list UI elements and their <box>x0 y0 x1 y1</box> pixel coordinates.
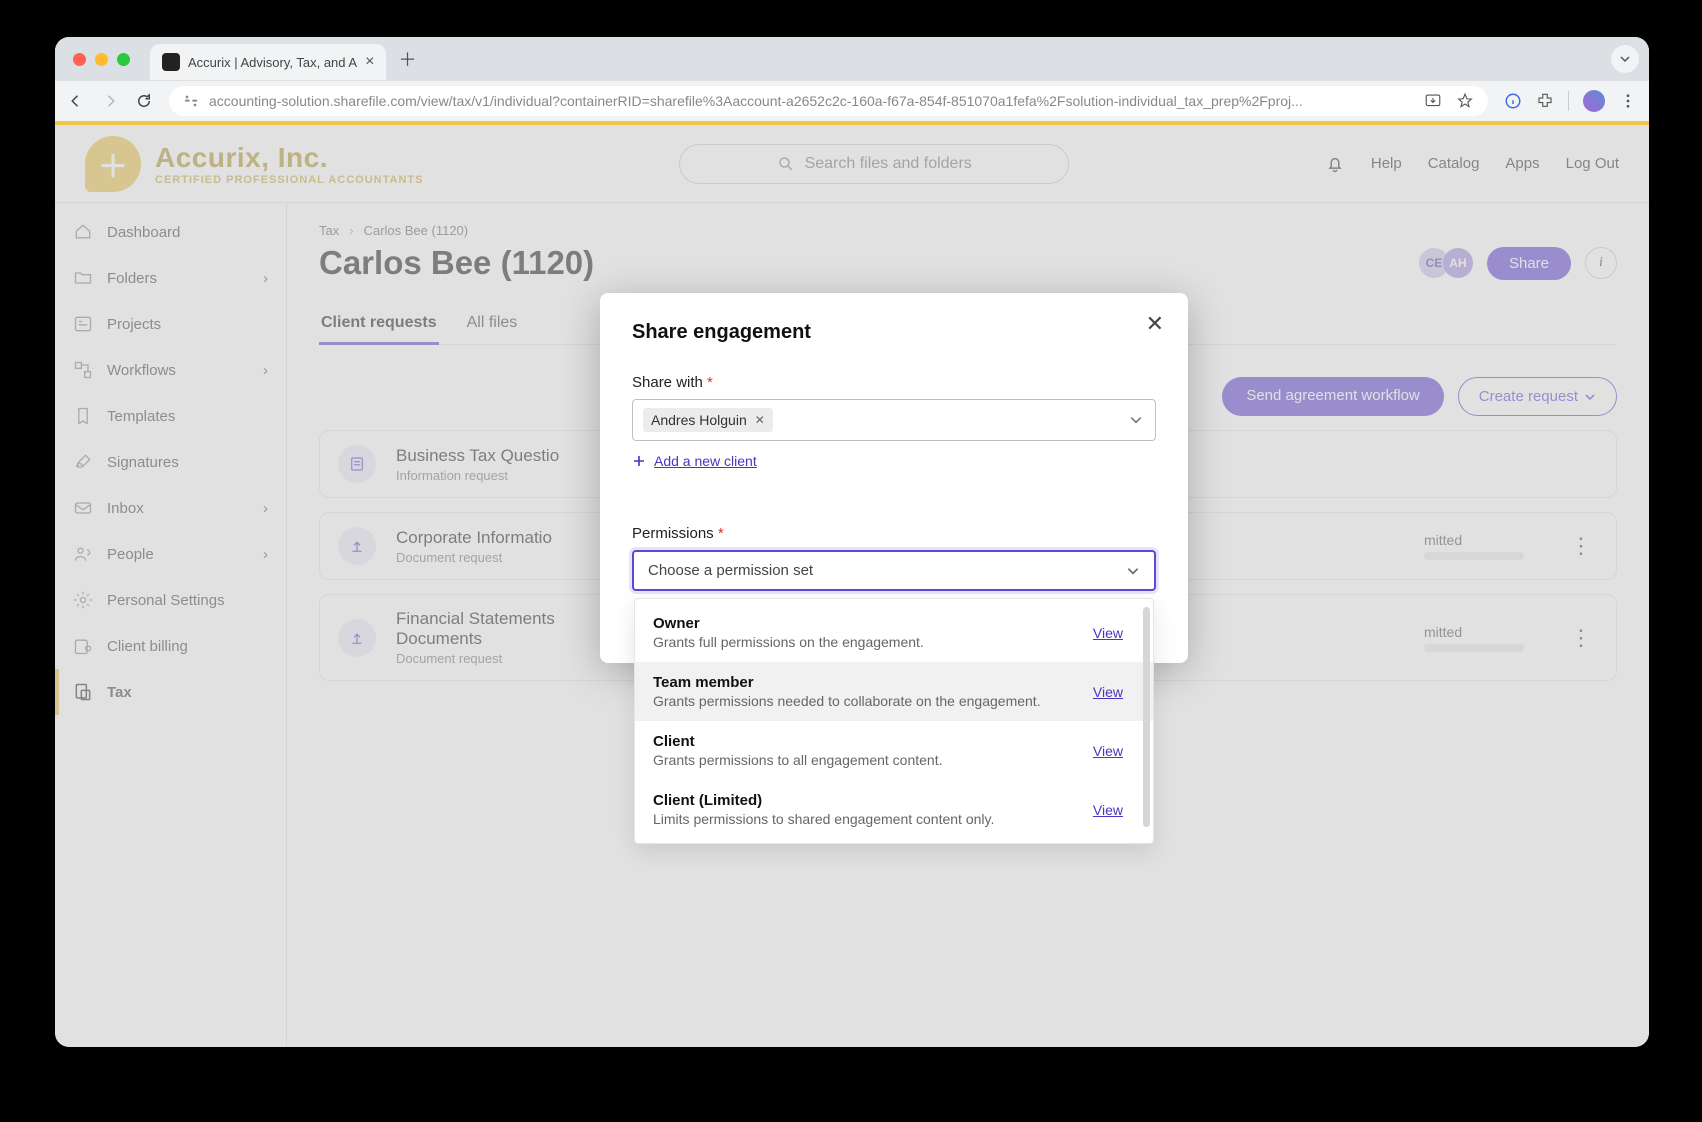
window-controls <box>73 53 130 66</box>
permission-option-client-limited[interactable]: Client (Limited) Limits permissions to s… <box>635 780 1153 839</box>
chevron-down-icon[interactable] <box>1129 413 1143 427</box>
url-text: accounting-solution.sharefile.com/view/t… <box>209 93 1303 109</box>
permissions-placeholder: Choose a permission set <box>648 562 813 579</box>
dialog-title: Share engagement <box>632 321 1156 344</box>
tab-title: Accurix | Advisory, Tax, and A <box>188 55 357 70</box>
permission-option-client[interactable]: Client Grants permissions to all engagem… <box>635 721 1153 780</box>
browser-window: Accurix | Advisory, Tax, and A × ＋ accou… <box>55 37 1649 1047</box>
tab-favicon <box>162 53 180 71</box>
chevron-down-icon <box>1126 564 1140 578</box>
view-permission-link[interactable]: View <box>1093 684 1123 700</box>
site-settings-icon <box>183 93 199 109</box>
permissions-select[interactable]: Choose a permission set Owner Grants ful… <box>632 550 1156 591</box>
back-button[interactable] <box>67 92 85 110</box>
permissions-dropdown: Owner Grants full permissions on the eng… <box>634 598 1154 844</box>
info-circle-icon[interactable] <box>1504 92 1522 110</box>
plus-icon <box>632 454 646 468</box>
add-new-client-link[interactable]: Add a new client <box>632 453 1156 469</box>
recipient-chip[interactable]: Andres Holguin ✕ <box>643 408 773 432</box>
permission-option-owner[interactable]: Owner Grants full permissions on the eng… <box>635 603 1153 662</box>
profile-avatar[interactable] <box>1583 90 1605 112</box>
share-with-label: Share with * <box>632 374 1156 391</box>
permissions-label: Permissions * <box>632 525 1156 542</box>
option-name: Owner <box>653 615 1075 632</box>
share-engagement-dialog: ✕ Share engagement Share with * Andres H… <box>600 293 1188 663</box>
close-window-button[interactable] <box>73 53 86 66</box>
url-field[interactable]: accounting-solution.sharefile.com/view/t… <box>169 86 1488 116</box>
option-desc: Limits permissions to shared engagement … <box>653 811 1075 827</box>
scrollbar[interactable] <box>1143 607 1150 827</box>
option-desc: Grants permissions needed to collaborate… <box>653 693 1075 709</box>
option-name: Team member <box>653 674 1075 691</box>
maximize-window-button[interactable] <box>117 53 130 66</box>
option-name: Client (Limited) <box>653 792 1075 809</box>
bookmark-star-icon[interactable] <box>1456 92 1474 110</box>
browser-tab[interactable]: Accurix | Advisory, Tax, and A × <box>150 44 386 80</box>
browser-tab-bar: Accurix | Advisory, Tax, and A × ＋ <box>55 37 1649 81</box>
chip-label: Andres Holguin <box>651 412 747 428</box>
close-tab-button[interactable]: × <box>365 53 374 71</box>
minimize-window-button[interactable] <box>95 53 108 66</box>
tab-overflow-button[interactable] <box>1611 45 1639 73</box>
reload-button[interactable] <box>135 92 153 110</box>
view-permission-link[interactable]: View <box>1093 625 1123 641</box>
browser-menu-button[interactable] <box>1619 92 1637 110</box>
browser-address-bar: accounting-solution.sharefile.com/view/t… <box>55 81 1649 121</box>
permission-option-team-member[interactable]: Team member Grants permissions needed to… <box>635 662 1153 721</box>
remove-chip-button[interactable]: ✕ <box>755 413 765 427</box>
close-dialog-button[interactable]: ✕ <box>1146 311 1164 337</box>
view-permission-link[interactable]: View <box>1093 743 1123 759</box>
new-tab-button[interactable]: ＋ <box>398 46 416 72</box>
view-permission-link[interactable]: View <box>1093 802 1123 818</box>
option-desc: Grants permissions to all engagement con… <box>653 752 1075 768</box>
option-name: Client <box>653 733 1075 750</box>
option-desc: Grants full permissions on the engagemen… <box>653 634 1075 650</box>
add-client-label: Add a new client <box>654 453 757 469</box>
install-app-icon[interactable] <box>1424 92 1442 110</box>
forward-button[interactable] <box>101 92 119 110</box>
extensions-icon[interactable] <box>1536 92 1554 110</box>
share-with-input[interactable]: Andres Holguin ✕ <box>632 399 1156 441</box>
